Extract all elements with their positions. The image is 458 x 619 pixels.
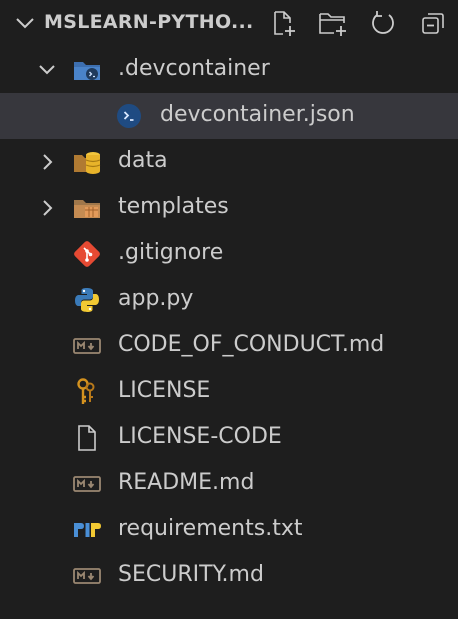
pip-icon bbox=[72, 515, 102, 545]
tree-item-label: .devcontainer bbox=[118, 56, 270, 81]
chevron-right-icon[interactable] bbox=[37, 152, 57, 172]
file-explorer: MSLEARN-PYTHO... .devcontainer devcontai… bbox=[0, 0, 458, 619]
tree-item-label: data bbox=[118, 148, 168, 173]
tree-item-devcontainer-json[interactable]: devcontainer.json bbox=[0, 93, 458, 139]
new-folder-icon[interactable] bbox=[318, 8, 348, 38]
tree-item-license-code[interactable]: LICENSE-CODE bbox=[0, 415, 458, 461]
tree-item-label: LICENSE bbox=[118, 378, 211, 403]
tree-item-gitignore[interactable]: .gitignore bbox=[0, 231, 458, 277]
devcontainer-icon bbox=[114, 101, 144, 131]
templates-folder-icon bbox=[72, 193, 102, 223]
tree-item-label: requirements.txt bbox=[118, 516, 303, 541]
license-key-icon bbox=[72, 377, 102, 407]
git-icon bbox=[72, 239, 102, 269]
tree-item-devcontainer-folder[interactable]: .devcontainer bbox=[0, 47, 458, 93]
tree-item-label: LICENSE-CODE bbox=[118, 424, 282, 449]
devcontainer-folder-icon bbox=[72, 55, 102, 85]
new-file-icon[interactable] bbox=[268, 8, 298, 38]
chevron-down-icon[interactable] bbox=[37, 60, 57, 80]
tree-item-security[interactable]: SECURITY.md bbox=[0, 553, 458, 599]
explorer-header[interactable]: MSLEARN-PYTHO... bbox=[0, 0, 458, 46]
tree-item-label: CODE_OF_CONDUCT.md bbox=[118, 332, 385, 357]
collapse-all-icon[interactable] bbox=[418, 8, 448, 38]
chevron-down-icon[interactable] bbox=[14, 12, 36, 34]
explorer-actions bbox=[268, 8, 448, 38]
workspace-title[interactable]: MSLEARN-PYTHO... bbox=[44, 11, 254, 33]
tree-item-label: .gitignore bbox=[118, 240, 224, 265]
tree-item-label: README.md bbox=[118, 470, 255, 495]
generic-file-icon bbox=[72, 423, 102, 453]
tree-item-data-folder[interactable]: data bbox=[0, 139, 458, 185]
tree-item-label: templates bbox=[118, 194, 229, 219]
tree-item-license[interactable]: LICENSE bbox=[0, 369, 458, 415]
chevron-right-icon[interactable] bbox=[37, 198, 57, 218]
tree-item-label: app.py bbox=[118, 286, 194, 311]
tree-item-label: devcontainer.json bbox=[160, 102, 355, 127]
markdown-icon bbox=[72, 331, 102, 361]
tree-item-label: SECURITY.md bbox=[118, 562, 264, 587]
tree-item-templates-folder[interactable]: templates bbox=[0, 185, 458, 231]
tree-item-readme[interactable]: README.md bbox=[0, 461, 458, 507]
tree-item-app-py[interactable]: app.py bbox=[0, 277, 458, 323]
database-folder-icon bbox=[72, 147, 102, 177]
markdown-icon bbox=[72, 561, 102, 591]
python-icon bbox=[72, 285, 102, 315]
tree-item-code-of-conduct[interactable]: CODE_OF_CONDUCT.md bbox=[0, 323, 458, 369]
markdown-icon bbox=[72, 469, 102, 499]
refresh-icon[interactable] bbox=[368, 8, 398, 38]
tree-item-requirements[interactable]: requirements.txt bbox=[0, 507, 458, 553]
